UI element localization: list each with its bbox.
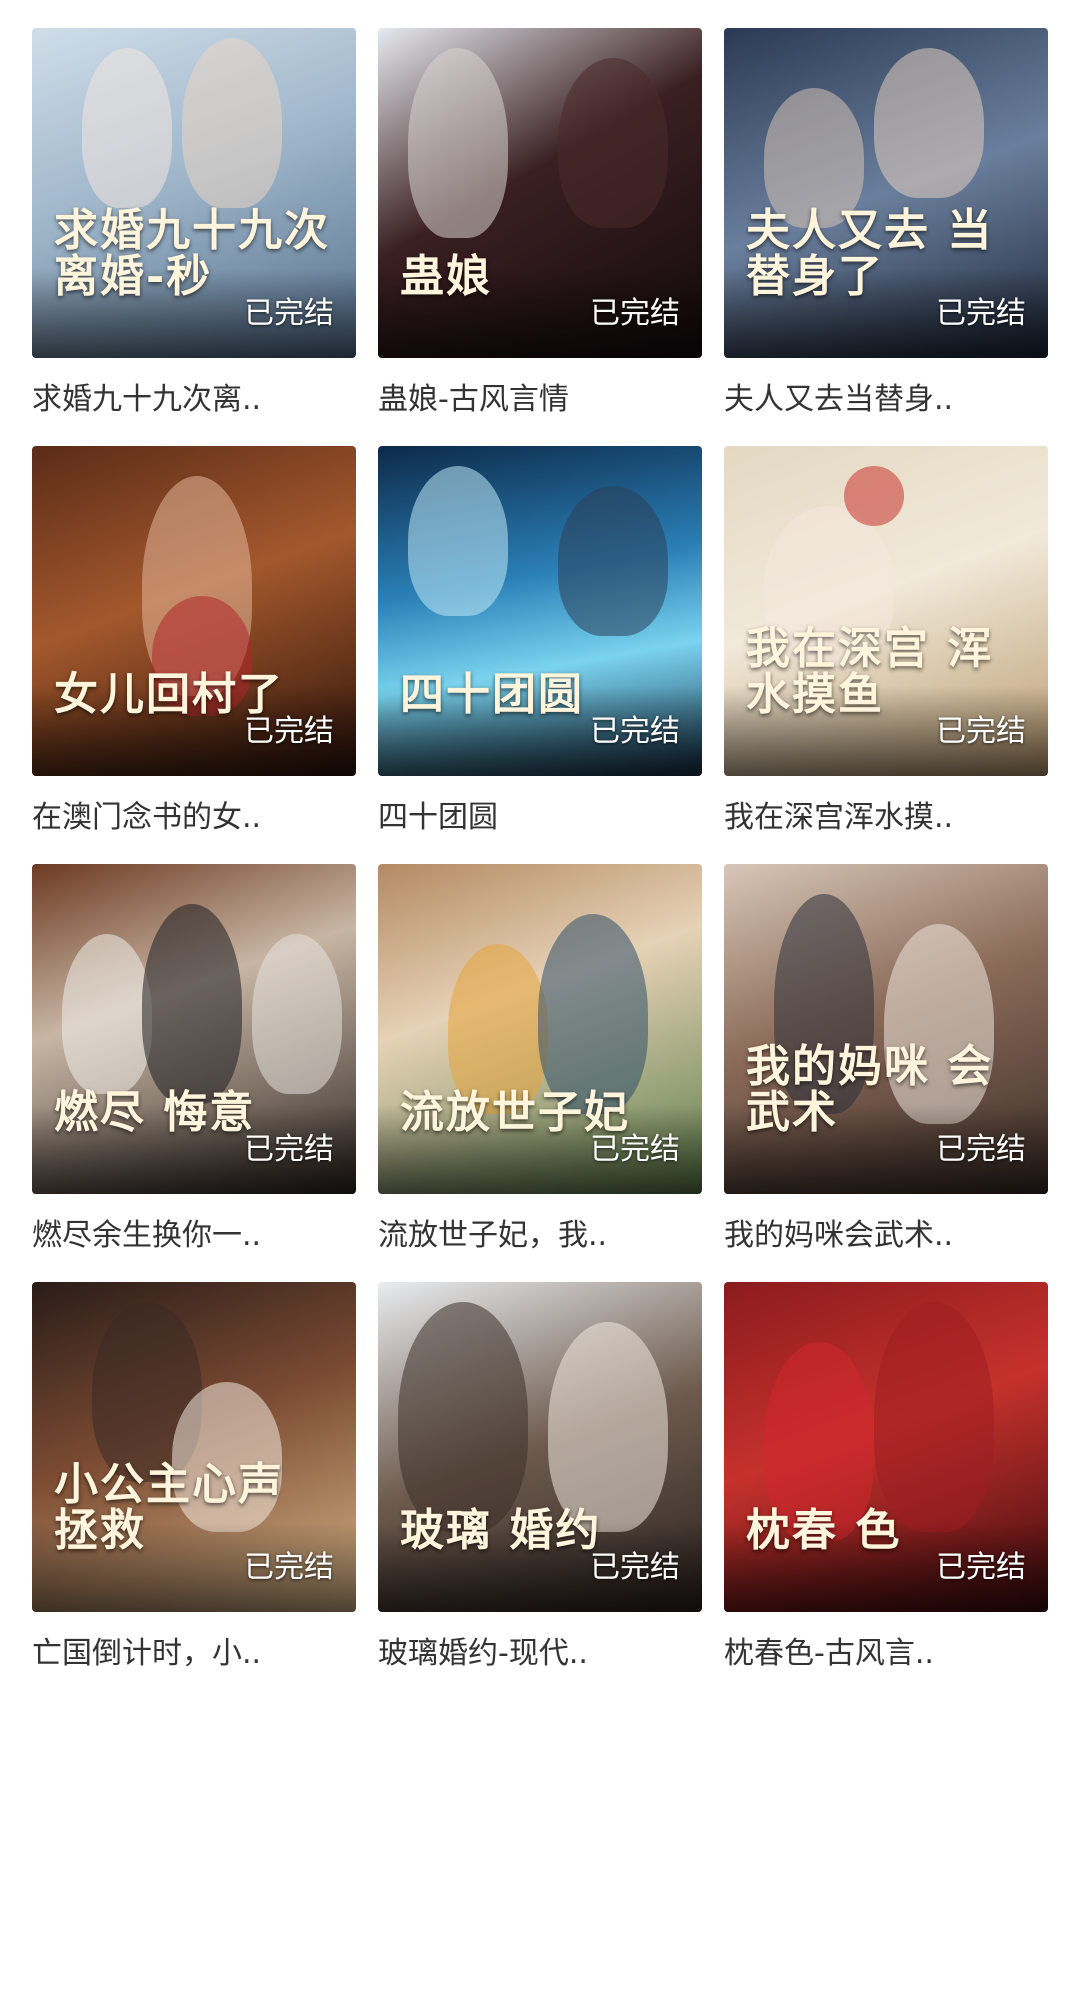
drama-title[interactable]: 燃尽余生换你一..	[32, 1210, 356, 1252]
drama-card[interactable]: 求婚九十九次 离婚-秒 已完结 求婚九十九次离..	[32, 28, 356, 416]
drama-card[interactable]: 我在深宫 浑水摸鱼 已完结 我在深宫浑水摸..	[724, 446, 1048, 834]
poster-art-title: 我的妈咪 会武术	[746, 1040, 994, 1138]
drama-card[interactable]: 玻璃 婚约 已完结 玻璃婚约-现代..	[378, 1282, 702, 1670]
poster-image[interactable]: 小公主心声 拯救 已完结	[32, 1282, 356, 1612]
poster-image[interactable]: 枕春 色 已完结	[724, 1282, 1048, 1612]
drama-card[interactable]: 我的妈咪 会武术 已完结 我的妈咪会武术..	[724, 864, 1048, 1252]
drama-grid: 求婚九十九次 离婚-秒 已完结 求婚九十九次离.. 蛊娘 已完结 蛊娘-古风言情…	[32, 28, 1048, 1670]
poster-image[interactable]: 玻璃 婚约 已完结	[378, 1282, 702, 1612]
poster-art-title: 我在深宫 浑水摸鱼	[746, 622, 994, 720]
status-badge: 已完结	[590, 296, 680, 331]
drama-title[interactable]: 夫人又去当替身..	[724, 374, 1048, 416]
poster-image[interactable]: 我在深宫 浑水摸鱼 已完结	[724, 446, 1048, 776]
drama-title[interactable]: 亡国倒计时，小..	[32, 1628, 356, 1670]
drama-title[interactable]: 求婚九十九次离..	[32, 374, 356, 416]
status-badge: 已完结	[936, 1550, 1026, 1585]
drama-card[interactable]: 枕春 色 已完结 枕春色-古风言..	[724, 1282, 1048, 1670]
poster-image[interactable]: 燃尽 悔意 已完结	[32, 864, 356, 1194]
drama-title[interactable]: 枕春色-古风言..	[724, 1628, 1048, 1670]
drama-title[interactable]: 我在深宫浑水摸..	[724, 792, 1048, 834]
poster-image[interactable]: 我的妈咪 会武术 已完结	[724, 864, 1048, 1194]
drama-card[interactable]: 女儿回村了 已完结 在澳门念书的女..	[32, 446, 356, 834]
poster-image[interactable]: 求婚九十九次 离婚-秒 已完结	[32, 28, 356, 358]
drama-title[interactable]: 四十团圆	[378, 792, 702, 834]
status-badge: 已完结	[244, 1132, 334, 1167]
drama-card[interactable]: 四十团圆 已完结 四十团圆	[378, 446, 702, 834]
drama-title[interactable]: 玻璃婚约-现代..	[378, 1628, 702, 1670]
status-badge: 已完结	[936, 1132, 1026, 1167]
status-badge: 已完结	[590, 1132, 680, 1167]
poster-art-title: 求婚九十九次 离婚-秒	[54, 204, 330, 302]
poster-image[interactable]: 蛊娘 已完结	[378, 28, 702, 358]
drama-card[interactable]: 夫人又去 当替身了 已完结 夫人又去当替身..	[724, 28, 1048, 416]
status-badge: 已完结	[244, 296, 334, 331]
status-badge: 已完结	[590, 1550, 680, 1585]
drama-title[interactable]: 在澳门念书的女..	[32, 792, 356, 834]
status-badge: 已完结	[590, 714, 680, 749]
drama-title[interactable]: 流放世子妃，我..	[378, 1210, 702, 1252]
poster-art-title: 小公主心声 拯救	[54, 1458, 284, 1556]
drama-card[interactable]: 流放世子妃 已完结 流放世子妃，我..	[378, 864, 702, 1252]
poster-image[interactable]: 夫人又去 当替身了 已完结	[724, 28, 1048, 358]
drama-card[interactable]: 蛊娘 已完结 蛊娘-古风言情	[378, 28, 702, 416]
status-badge: 已完结	[244, 1550, 334, 1585]
status-badge: 已完结	[936, 714, 1026, 749]
poster-image[interactable]: 四十团圆 已完结	[378, 446, 702, 776]
drama-card[interactable]: 燃尽 悔意 已完结 燃尽余生换你一..	[32, 864, 356, 1252]
drama-title[interactable]: 蛊娘-古风言情	[378, 374, 702, 416]
status-badge: 已完结	[244, 714, 334, 749]
poster-image[interactable]: 流放世子妃 已完结	[378, 864, 702, 1194]
status-badge: 已完结	[936, 296, 1026, 331]
drama-card[interactable]: 小公主心声 拯救 已完结 亡国倒计时，小..	[32, 1282, 356, 1670]
poster-image[interactable]: 女儿回村了 已完结	[32, 446, 356, 776]
poster-art-title: 夫人又去 当替身了	[746, 204, 994, 302]
drama-title[interactable]: 我的妈咪会武术..	[724, 1210, 1048, 1252]
